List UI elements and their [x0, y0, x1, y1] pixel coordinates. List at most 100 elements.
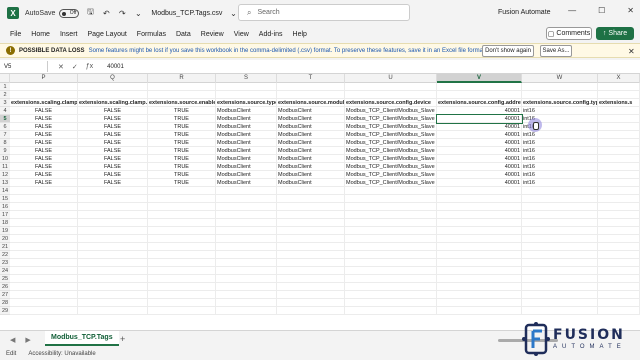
empty-cell[interactable]: [148, 307, 216, 315]
data-cell[interactable]: ModbusClient: [216, 123, 277, 131]
empty-cell[interactable]: [598, 235, 640, 243]
row-header-23[interactable]: 23: [0, 259, 10, 267]
empty-cell[interactable]: [78, 307, 148, 315]
empty-cell[interactable]: [598, 299, 640, 307]
empty-cell[interactable]: [345, 259, 437, 267]
header-cell[interactable]: extensions.source.config.address: [437, 99, 522, 107]
data-cell[interactable]: int16: [522, 179, 598, 187]
empty-cell[interactable]: [216, 91, 277, 99]
data-cell[interactable]: 40001: [437, 139, 522, 147]
share-button[interactable]: ↑ Share: [596, 27, 634, 40]
data-cell[interactable]: ModbusClient: [277, 155, 345, 163]
empty-cell[interactable]: [437, 267, 522, 275]
empty-cell[interactable]: [598, 283, 640, 291]
row-header-7[interactable]: 7: [0, 131, 10, 139]
data-cell[interactable]: int16: [522, 155, 598, 163]
row-header-21[interactable]: 21: [0, 243, 10, 251]
empty-cell[interactable]: [10, 219, 78, 227]
empty-cell[interactable]: [345, 267, 437, 275]
empty-cell[interactable]: [277, 187, 345, 195]
tab-insert[interactable]: Insert: [60, 31, 78, 38]
data-cell[interactable]: [598, 139, 640, 147]
data-cell[interactable]: Modbus_TCP_Client/Modbus_Slave: [345, 123, 437, 131]
empty-cell[interactable]: [148, 235, 216, 243]
empty-cell[interactable]: [78, 283, 148, 291]
empty-cell[interactable]: [216, 259, 277, 267]
column-header-x[interactable]: X: [598, 74, 640, 83]
empty-cell[interactable]: [522, 203, 598, 211]
empty-cell[interactable]: [148, 83, 216, 91]
empty-cell[interactable]: [522, 299, 598, 307]
empty-cell[interactable]: [277, 307, 345, 315]
empty-cell[interactable]: [277, 195, 345, 203]
maximize-icon[interactable]: ☐: [598, 6, 605, 15]
data-cell[interactable]: FALSE: [10, 155, 78, 163]
empty-cell[interactable]: [345, 227, 437, 235]
data-cell[interactable]: [598, 107, 640, 115]
empty-cell[interactable]: [216, 283, 277, 291]
tab-page-layout[interactable]: Page Layout: [87, 31, 126, 38]
data-cell[interactable]: FALSE: [10, 131, 78, 139]
empty-cell[interactable]: [598, 219, 640, 227]
data-cell[interactable]: ModbusClient: [216, 139, 277, 147]
empty-cell[interactable]: [345, 251, 437, 259]
empty-cell[interactable]: [437, 83, 522, 91]
data-cell[interactable]: FALSE: [10, 139, 78, 147]
header-cell[interactable]: extensions.source.enabled: [148, 99, 216, 107]
empty-cell[interactable]: [437, 91, 522, 99]
data-cell[interactable]: Modbus_TCP_Client/Modbus_Slave: [345, 147, 437, 155]
row-header-10[interactable]: 10: [0, 155, 10, 163]
column-header-u[interactable]: U: [345, 74, 437, 83]
prev-sheet-icon[interactable]: ◀: [10, 336, 15, 344]
data-cell[interactable]: Modbus_TCP_Client/Modbus_Slave: [345, 131, 437, 139]
header-cell[interactable]: extensions.scaling.clamp.1: [78, 99, 148, 107]
empty-cell[interactable]: [78, 291, 148, 299]
data-cell[interactable]: TRUE: [148, 123, 216, 131]
empty-cell[interactable]: [216, 219, 277, 227]
empty-cell[interactable]: [522, 235, 598, 243]
data-cell[interactable]: 40001: [437, 107, 522, 115]
empty-cell[interactable]: [277, 211, 345, 219]
empty-cell[interactable]: [78, 299, 148, 307]
row-header-3[interactable]: 3: [0, 99, 10, 107]
empty-cell[interactable]: [148, 187, 216, 195]
data-cell[interactable]: ModbusClient: [216, 131, 277, 139]
data-cell[interactable]: ModbusClient: [277, 163, 345, 171]
empty-cell[interactable]: [10, 195, 78, 203]
empty-cell[interactable]: [10, 227, 78, 235]
empty-cell[interactable]: [598, 259, 640, 267]
empty-cell[interactable]: [277, 259, 345, 267]
empty-cell[interactable]: [522, 227, 598, 235]
row-header-29[interactable]: 29: [0, 307, 10, 315]
empty-cell[interactable]: [10, 275, 78, 283]
empty-cell[interactable]: [437, 219, 522, 227]
accessibility-status[interactable]: Accessibility: Unavailable: [28, 351, 95, 357]
empty-cell[interactable]: [522, 195, 598, 203]
column-header-p[interactable]: P: [10, 74, 78, 83]
data-cell[interactable]: FALSE: [78, 163, 148, 171]
empty-cell[interactable]: [10, 267, 78, 275]
data-cell[interactable]: 40001: [437, 179, 522, 187]
data-cell[interactable]: ModbusClient: [216, 107, 277, 115]
search-input[interactable]: ⌕ Search: [238, 4, 410, 21]
empty-cell[interactable]: [598, 195, 640, 203]
empty-cell[interactable]: [10, 203, 78, 211]
comments-button[interactable]: ▢ Comments: [546, 27, 592, 40]
selected-cell[interactable]: 40001: [436, 114, 523, 124]
empty-cell[interactable]: [345, 203, 437, 211]
empty-cell[interactable]: [216, 203, 277, 211]
empty-cell[interactable]: [277, 275, 345, 283]
data-cell[interactable]: FALSE: [78, 171, 148, 179]
row-header-17[interactable]: 17: [0, 211, 10, 219]
close-icon[interactable]: ✕: [627, 6, 634, 15]
empty-cell[interactable]: [522, 259, 598, 267]
empty-cell[interactable]: [522, 283, 598, 291]
empty-cell[interactable]: [216, 211, 277, 219]
empty-cell[interactable]: [598, 187, 640, 195]
empty-cell[interactable]: [345, 243, 437, 251]
row-header-2[interactable]: 2: [0, 91, 10, 99]
empty-cell[interactable]: [277, 83, 345, 91]
row-header-16[interactable]: 16: [0, 203, 10, 211]
formula-input[interactable]: 40001: [107, 64, 124, 70]
empty-cell[interactable]: [216, 187, 277, 195]
